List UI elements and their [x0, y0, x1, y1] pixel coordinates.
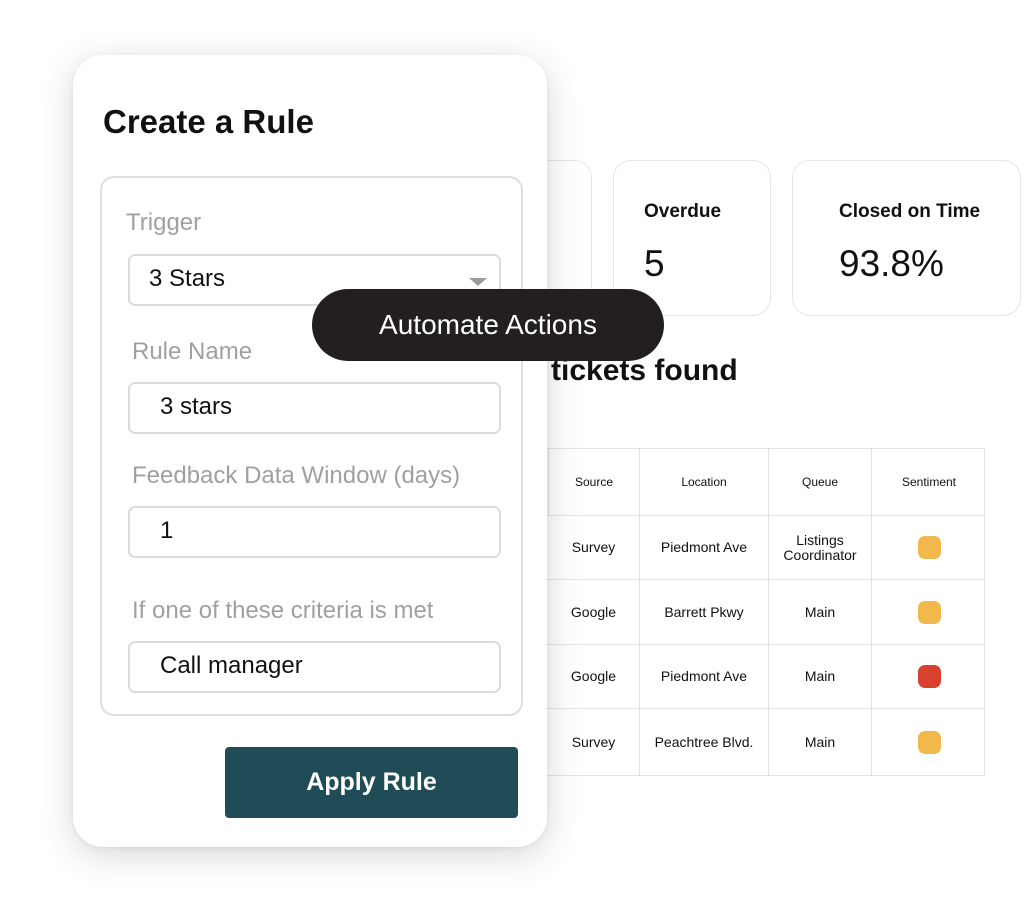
sentiment-indicator: [917, 536, 941, 559]
rule-name-input[interactable]: 3 stars: [128, 382, 501, 434]
apply-rule-button[interactable]: Apply Rule: [225, 747, 518, 818]
table-row[interactable]: Google Piedmont Ave Main: [481, 645, 984, 709]
column-header-location[interactable]: Location: [639, 449, 768, 515]
panel-title: Create a Rule: [103, 103, 314, 140]
feedback-window-input[interactable]: 1: [128, 506, 501, 558]
table-row[interactable]: Google Barrett Pkwy Main: [481, 580, 984, 645]
stat-card-closed-on-time: Closed on Time 93.8%: [792, 160, 1021, 316]
criteria-input[interactable]: Call manager: [128, 641, 501, 693]
create-rule-panel: Create a Rule Trigger 3 Stars Rule Name …: [73, 55, 547, 847]
criteria-value: Call manager: [160, 652, 303, 679]
sentiment-indicator: [917, 730, 941, 754]
cell-location: Peachtree Blvd.: [639, 709, 768, 775]
column-header-source[interactable]: Source: [548, 449, 639, 515]
cell-queue: Main: [768, 580, 871, 644]
sentiment-indicator: [917, 665, 941, 688]
cell-location: Piedmont Ave: [639, 516, 768, 579]
cell-sentiment: [871, 580, 986, 644]
criteria-label: If one of these criteria is met: [132, 597, 434, 624]
cell-location: Piedmont Ave: [639, 645, 768, 708]
cell-source: Survey: [571, 539, 616, 556]
tickets-table: Source Location Queue Sentiment Survey P…: [480, 448, 985, 776]
stat-label: Closed on Time: [839, 201, 981, 222]
cell-sentiment: [871, 709, 986, 775]
chevron-down-icon: [469, 278, 487, 286]
stat-value: 5: [644, 243, 665, 284]
automate-actions-tooltip: Automate Actions: [312, 289, 664, 361]
trigger-label: Trigger: [126, 209, 202, 236]
rule-form: Trigger 3 Stars Rule Name 3 stars Feedba…: [100, 176, 523, 716]
stat-value: 93.8%: [839, 243, 944, 284]
cell-queue: Main: [768, 645, 871, 708]
cell-location: Barrett Pkwy: [639, 580, 768, 644]
column-header-queue[interactable]: Queue: [768, 449, 871, 515]
rule-name-label: Rule Name: [132, 338, 253, 365]
cell-source: Google: [570, 603, 617, 620]
trigger-value: 3 Stars: [149, 265, 226, 292]
table-row[interactable]: Survey Piedmont Ave Listings Coordinator: [481, 516, 984, 580]
cell-source: Survey: [571, 733, 616, 750]
cell-queue: Main: [768, 709, 871, 775]
feedback-window-label: Feedback Data Window (days): [132, 462, 461, 489]
table-header-row: Source Location Queue Sentiment: [481, 449, 984, 516]
sentiment-indicator: [917, 600, 941, 624]
table-row[interactable]: Survey Peachtree Blvd. Main: [481, 709, 984, 775]
cell-sentiment: [871, 645, 986, 708]
cell-sentiment: [871, 516, 986, 579]
feedback-window-value: 1: [160, 517, 174, 544]
rule-name-value: 3 stars: [160, 393, 233, 420]
cell-source: Google: [570, 668, 617, 685]
stat-label: Overdue: [644, 201, 722, 222]
cell-queue: Listings Coordinator: [768, 516, 871, 579]
column-header-sentiment[interactable]: Sentiment: [871, 449, 986, 515]
